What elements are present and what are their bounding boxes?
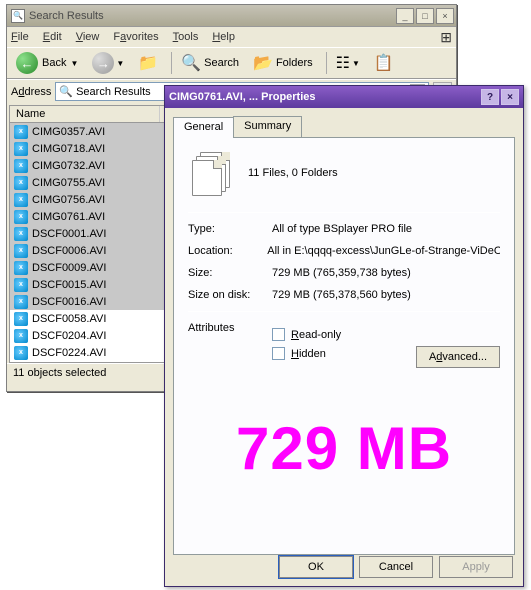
toolbar-overflow[interactable]: 📋	[369, 50, 399, 76]
location-value: All in E:\qqqq-excess\JunGLe-of-Strange-…	[267, 245, 500, 257]
file-name: CIMG0761.AVI	[32, 211, 105, 223]
properties-titlebar[interactable]: CIMG0761.AVI, ... Properties ? ×	[165, 86, 523, 108]
avi-file-icon: x	[14, 295, 28, 309]
explorer-titlebar[interactable]: 🔍 Search Results _ □ ×	[7, 5, 456, 27]
multi-file-icon	[192, 152, 234, 194]
toolbar-separator	[326, 52, 327, 74]
minimize-button[interactable]: _	[396, 8, 414, 24]
avi-file-icon: x	[14, 193, 28, 207]
hidden-checkbox[interactable]	[272, 347, 285, 360]
file-name: CIMG0357.AVI	[32, 126, 105, 138]
forward-arrow-icon: →	[92, 52, 114, 74]
menu-help[interactable]: Help	[212, 31, 235, 43]
apply-button[interactable]: Apply	[439, 556, 513, 578]
search-results-icon: 🔍	[11, 9, 25, 23]
file-name: CIMG0732.AVI	[32, 160, 105, 172]
avi-file-icon: x	[14, 142, 28, 156]
file-name: DSCF0058.AVI	[32, 313, 106, 325]
attributes-label: Attributes	[188, 322, 272, 366]
menu-tools[interactable]: Tools	[173, 31, 199, 43]
readonly-label: Read-only	[291, 329, 341, 341]
address-label: Address	[11, 86, 51, 98]
type-label: Type:	[188, 223, 272, 235]
properties-dialog: CIMG0761.AVI, ... Properties ? × General…	[164, 85, 524, 587]
avi-file-icon: x	[14, 227, 28, 241]
column-name[interactable]: Name	[10, 106, 160, 122]
avi-file-icon: x	[14, 125, 28, 139]
file-name: CIMG0718.AVI	[32, 143, 105, 155]
address-value: Search Results	[76, 86, 151, 98]
tab-strip: General Summary	[173, 116, 515, 137]
chevron-down-icon: ▼	[116, 59, 124, 68]
back-arrow-icon: ←	[16, 52, 38, 74]
menu-file[interactable]: File	[11, 31, 29, 43]
up-button[interactable]: 📁	[133, 50, 163, 76]
size-on-disk-label: Size on disk:	[188, 289, 272, 301]
dialog-buttons: OK Cancel Apply	[165, 556, 523, 578]
file-name: DSCF0009.AVI	[32, 262, 106, 274]
explorer-menubar: File Edit View Favorites Tools Help ⊞	[7, 27, 456, 47]
menu-favorites[interactable]: Favorites	[113, 31, 158, 43]
menu-edit[interactable]: Edit	[43, 31, 62, 43]
explorer-toolbar: ← Back ▼ → ▼ 📁 🔍 Search 📂 Folders ☷ ▼ 📋	[7, 47, 456, 79]
search-icon: 🔍	[181, 53, 201, 73]
folders-button[interactable]: 📂 Folders	[248, 50, 318, 76]
size-value: 729 MB (765,359,738 bytes)	[272, 267, 411, 279]
avi-file-icon: x	[14, 244, 28, 258]
chevron-down-icon: ▼	[352, 59, 360, 68]
back-button[interactable]: ← Back ▼	[11, 49, 83, 77]
avi-file-icon: x	[14, 176, 28, 190]
menu-view[interactable]: View	[76, 31, 100, 43]
general-panel: 11 Files, 0 Folders Type: All of type BS…	[173, 137, 515, 555]
files-summary: 11 Files, 0 Folders	[248, 167, 338, 179]
file-name: DSCF0224.AVI	[32, 347, 106, 359]
explorer-title: Search Results	[29, 10, 104, 22]
file-name: CIMG0756.AVI	[32, 194, 105, 206]
avi-file-icon: x	[14, 278, 28, 292]
avi-file-icon: x	[14, 159, 28, 173]
avi-file-icon: x	[14, 261, 28, 275]
tab-summary[interactable]: Summary	[233, 116, 302, 137]
search-results-icon: 🔍	[59, 85, 73, 98]
file-name: DSCF0204.AVI	[32, 330, 106, 342]
close-button[interactable]: ×	[436, 8, 454, 24]
file-name: DSCF0015.AVI	[32, 279, 106, 291]
chevron-down-icon: ▼	[70, 59, 78, 68]
properties-title: CIMG0761.AVI, ... Properties	[169, 91, 316, 103]
windows-flag-icon: ⊞	[440, 29, 452, 46]
folder-up-icon: 📁	[138, 53, 158, 73]
ok-button[interactable]: OK	[279, 556, 353, 578]
big-size-overlay: 729 MB	[188, 414, 500, 483]
type-value: All of type BSplayer PRO file	[272, 223, 412, 235]
maximize-button[interactable]: □	[416, 8, 434, 24]
tab-general[interactable]: General	[173, 117, 234, 138]
cancel-button[interactable]: Cancel	[359, 556, 433, 578]
folders-icon: 📂	[253, 53, 273, 73]
file-name: DSCF0006.AVI	[32, 245, 106, 257]
readonly-checkbox[interactable]	[272, 328, 285, 341]
views-button[interactable]: ☷ ▼	[331, 50, 365, 76]
hidden-label: Hidden	[291, 348, 326, 360]
help-button[interactable]: ?	[481, 89, 499, 105]
advanced-button[interactable]: Advanced...	[416, 346, 500, 368]
file-name: DSCF0001.AVI	[32, 228, 106, 240]
views-icon: ☷	[336, 53, 350, 73]
file-name: CIMG0755.AVI	[32, 177, 105, 189]
clipboard-icon: 📋	[374, 53, 394, 73]
location-label: Location:	[188, 245, 267, 257]
avi-file-icon: x	[14, 312, 28, 326]
size-on-disk-value: 729 MB (765,378,560 bytes)	[272, 289, 411, 301]
size-label: Size:	[188, 267, 272, 279]
close-button[interactable]: ×	[501, 89, 519, 105]
toolbar-separator	[171, 52, 172, 74]
search-button[interactable]: 🔍 Search	[176, 50, 244, 76]
avi-file-icon: x	[14, 346, 28, 360]
file-name: DSCF0016.AVI	[32, 296, 106, 308]
avi-file-icon: x	[14, 210, 28, 224]
avi-file-icon: x	[14, 329, 28, 343]
forward-button[interactable]: → ▼	[87, 49, 129, 77]
